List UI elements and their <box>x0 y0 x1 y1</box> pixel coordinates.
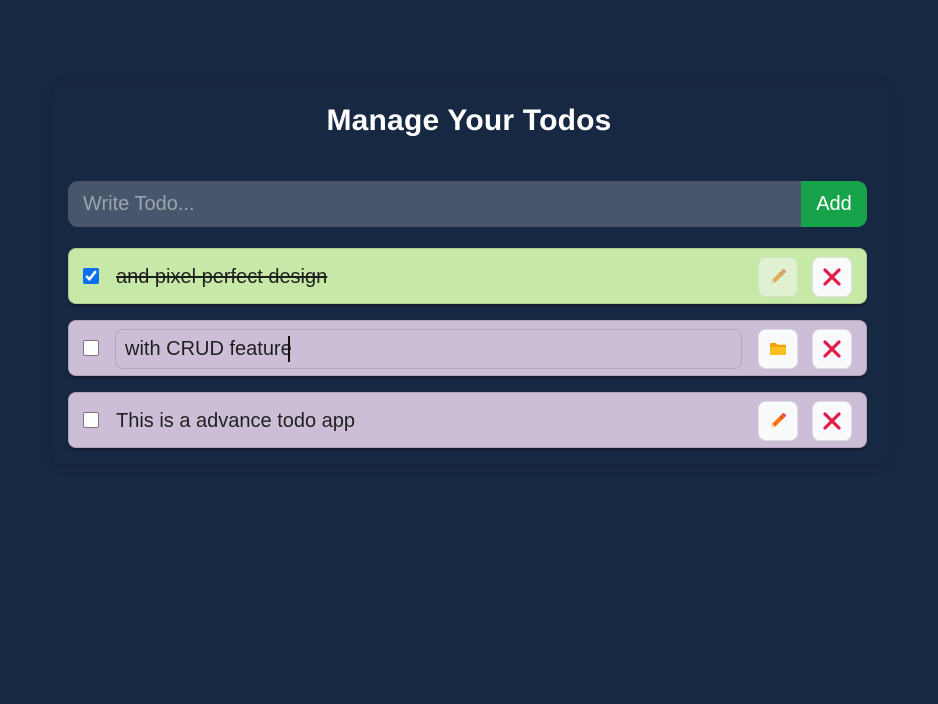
todo-edit-field[interactable] <box>115 329 742 369</box>
page-title: Manage Your Todos <box>326 104 612 137</box>
delete-button[interactable] <box>812 401 852 441</box>
pencil-icon <box>768 267 788 287</box>
edit-button[interactable] <box>758 401 798 441</box>
delete-button[interactable] <box>812 257 852 297</box>
add-todo-form: Add <box>68 181 867 227</box>
close-icon <box>822 339 842 359</box>
todo-item: This is a advance todo app <box>68 392 867 448</box>
todo-item <box>68 320 867 376</box>
todo-checkbox[interactable] <box>83 340 99 356</box>
add-button[interactable]: Add <box>801 181 867 227</box>
text-cursor <box>288 336 290 362</box>
delete-button[interactable] <box>812 329 852 369</box>
todo-item: and pixel perfect design <box>68 248 867 304</box>
todo-text: This is a advance todo app <box>116 410 356 432</box>
pencil-icon <box>768 411 788 431</box>
todo-checkbox[interactable] <box>83 268 99 284</box>
folder-icon <box>768 339 788 359</box>
close-icon <box>822 411 842 431</box>
todo-input[interactable] <box>68 181 801 227</box>
save-button[interactable] <box>758 329 798 369</box>
edit-button[interactable] <box>758 257 798 297</box>
close-icon <box>822 267 842 287</box>
todo-text: and pixel perfect design <box>116 266 328 288</box>
todo-checkbox[interactable] <box>83 412 99 428</box>
